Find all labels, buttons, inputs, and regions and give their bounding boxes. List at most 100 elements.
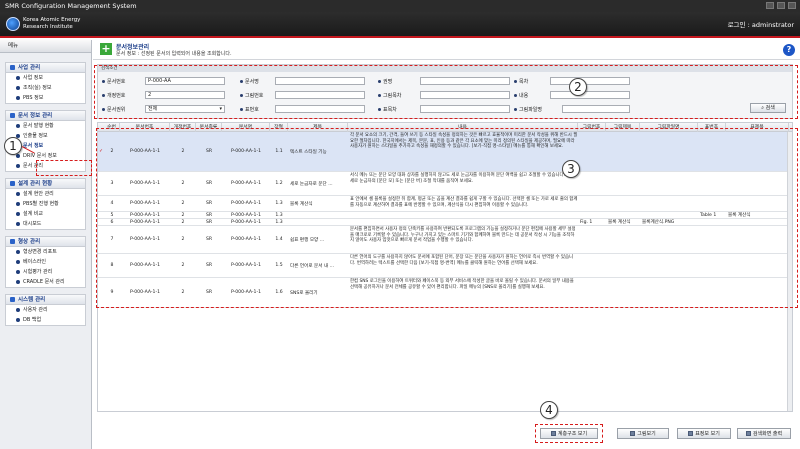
bullet-icon	[16, 222, 20, 226]
folder-icon	[10, 239, 15, 244]
menu-group-project: 사업 관리 사업 정보 조직(실) 정보 PBS 정보	[5, 62, 86, 104]
sidebar-item-db-backup[interactable]: DB 백업	[6, 315, 85, 325]
table-info-button[interactable]: 표정보 보기	[677, 428, 731, 439]
sidebar-item-design-compare[interactable]: 설계 비교	[6, 209, 85, 219]
group-label: 사업 관리	[18, 64, 41, 71]
button-label: 그림보기	[637, 430, 656, 437]
sidebar-item-org-info[interactable]: 조직(실) 정보	[6, 83, 85, 93]
group-title-system[interactable]: 시스템 관리	[6, 295, 85, 305]
bullet-icon	[16, 250, 20, 254]
button-label: 표정보 보기	[695, 430, 720, 437]
bullet-icon	[16, 318, 20, 322]
bullet-icon	[16, 270, 20, 274]
org-line-1: Korea Atomic Energy	[23, 17, 81, 23]
plus-icon: +	[100, 42, 112, 55]
sidebar-item-label: PBS 정보	[23, 95, 44, 101]
bullet-icon	[16, 192, 20, 196]
page-description: 문서 정보 : 선정된 문서의 입력되어 내용을 조회합니다.	[116, 51, 232, 57]
sidebar-item-label: DB 백업	[23, 317, 42, 323]
sidebar-item-label: 인출물 정보	[23, 133, 48, 139]
group-title-config[interactable]: 형상 관리	[6, 237, 85, 247]
sidebar-item-label: 사업 정보	[23, 75, 43, 81]
bottom-toolbar: 계층구조 보기 그림보기 표정보 보기 검색화면 출력	[97, 418, 793, 448]
menu-group-design: 설계 관리 현황 설계 현안 관리 PBS별 진행 현황 설계 비교 대시보드	[5, 178, 86, 230]
folder-icon	[10, 113, 15, 118]
annotation-badge-3: 3	[562, 160, 580, 178]
annotation-badge-2: 2	[569, 78, 587, 96]
annotation-box-3	[96, 128, 798, 308]
sidebar-item-project-info[interactable]: 사업 정보	[6, 73, 85, 83]
login-status: 로그인 : adminstrator	[727, 21, 794, 29]
group-title-design[interactable]: 설계 관리 현황	[6, 179, 85, 189]
sidebar-item-label: 설계 비교	[23, 211, 43, 217]
bullet-icon	[16, 280, 20, 284]
bullet-icon	[16, 96, 20, 100]
sidebar-item-dashboard[interactable]: 대시보드	[6, 219, 85, 229]
bullet-icon	[16, 124, 20, 128]
folder-icon	[10, 65, 15, 70]
sidebar-item-label: CRADLE 문서 관리	[23, 279, 65, 285]
bullet-icon	[16, 260, 20, 264]
sidebar-item-change-report[interactable]: 형상변경 리포트	[6, 247, 85, 257]
sidebar-item-label: 시험평가 관리	[23, 269, 53, 275]
bullet-icon	[16, 86, 20, 90]
sidebar-item-label: 사용자 관리	[23, 307, 48, 313]
bullet-icon	[16, 308, 20, 312]
figure-view-button[interactable]: 그림보기	[617, 428, 669, 439]
sidebar-item-label: 설계 현안 관리	[23, 191, 54, 197]
group-title-docinfo[interactable]: 문서 정보 관리	[6, 111, 85, 121]
page-header: + 문서정보관리 문서 정보 : 선정된 문서의 입력되어 내용을 조회합니다.…	[93, 40, 800, 60]
group-label: 시스템 관리	[18, 296, 46, 303]
sidebar-item-users[interactable]: 사용자 관리	[6, 305, 85, 315]
sidebar-item-label: 베이스라인	[23, 259, 47, 265]
bullet-icon	[16, 76, 20, 80]
kaeri-logo-icon	[6, 17, 20, 31]
sidebar-item-baseline[interactable]: 베이스라인	[6, 257, 85, 267]
sidebar-head: 메뉴	[0, 40, 91, 53]
annotation-box-2	[94, 65, 798, 119]
bullet-icon	[16, 154, 20, 158]
org-line-2: Research Institute	[23, 24, 73, 30]
sidebar-item-test-eval[interactable]: 시험평가 관리	[6, 267, 85, 277]
print-icon	[745, 431, 751, 436]
close-icon[interactable]	[788, 2, 796, 9]
annotation-box-4	[535, 424, 603, 443]
window-controls	[766, 2, 796, 9]
menu-group-system: 시스템 관리 사용자 관리 DB 백업	[5, 294, 86, 326]
group-title-project[interactable]: 사업 관리	[6, 63, 85, 73]
app-header: Korea Atomic Energy Research Institute 로…	[0, 12, 800, 38]
sidebar-item-label: 문서 발행 현황	[23, 123, 54, 129]
group-label: 설계 관리 현황	[18, 180, 53, 187]
button-label: 검색화면 출력	[752, 430, 783, 437]
maximize-icon[interactable]	[777, 2, 785, 9]
sidebar-item-label: PBS별 진행 현황	[23, 201, 59, 207]
folder-icon	[10, 181, 15, 186]
bullet-icon	[16, 202, 20, 206]
annotation-badge-4: 4	[540, 401, 558, 419]
sidebar: 메뉴 사업 관리 사업 정보 조직(실) 정보 PBS 정보 문서 정보 관리 …	[0, 40, 92, 449]
image-icon	[630, 431, 636, 436]
sidebar-item-label: 대시보드	[23, 221, 42, 227]
bullet-icon	[16, 212, 20, 216]
sidebar-item-pbs-info[interactable]: PBS 정보	[6, 93, 85, 103]
app-window: { "window": {"title": "SMR Configuration…	[0, 0, 800, 449]
help-icon[interactable]: ?	[783, 44, 795, 56]
folder-icon	[10, 297, 15, 302]
group-label: 문서 정보 관리	[18, 112, 53, 119]
sidebar-item-label: 형상변경 리포트	[23, 249, 57, 255]
sidebar-item-label: 조직(실) 정보	[23, 85, 52, 91]
print-results-button[interactable]: 검색화면 출력	[737, 428, 791, 439]
annotation-box-1	[36, 160, 92, 176]
annotation-badge-1: 1	[4, 137, 22, 155]
minimize-icon[interactable]	[766, 2, 774, 9]
window-title-bar: SMR Configuration Management System	[0, 0, 800, 12]
window-title: SMR Configuration Management System	[5, 2, 137, 10]
sidebar-item-design-issue[interactable]: 설계 현안 관리	[6, 189, 85, 199]
bullet-icon	[16, 164, 20, 168]
sidebar-item-cradle[interactable]: CRADLE 문서 관리	[6, 277, 85, 287]
org-name: Korea Atomic Energy Research Institute	[23, 17, 80, 31]
menu-group-config: 형상 관리 형상변경 리포트 베이스라인 시험평가 관리 CRADLE 문서 관…	[5, 236, 86, 288]
sidebar-item-pbs-progress[interactable]: PBS별 진행 현황	[6, 199, 85, 209]
sidebar-item-doc-status[interactable]: 문서 발행 현황	[6, 121, 85, 131]
table-icon	[688, 431, 694, 436]
